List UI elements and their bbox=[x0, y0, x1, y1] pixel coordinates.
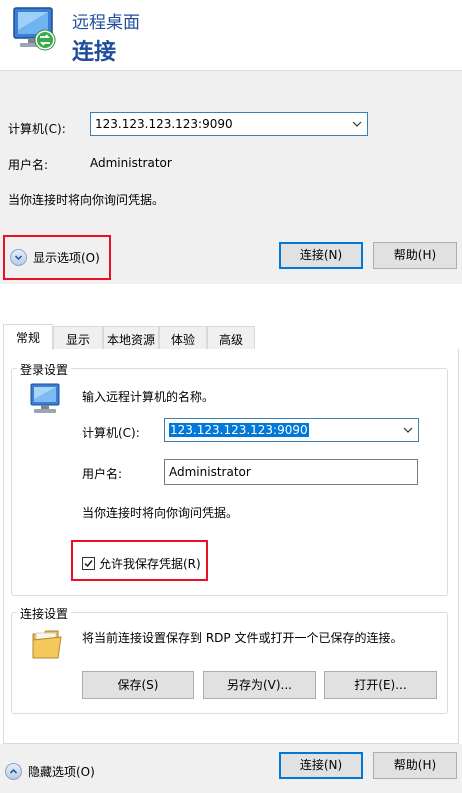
allow-save-label: 允许我保存凭据(R) bbox=[99, 557, 201, 571]
logon-username-value: Administrator bbox=[169, 465, 251, 479]
save-button-label: 保存(S) bbox=[117, 678, 159, 692]
footer-connect-label: 连接(N) bbox=[299, 758, 343, 772]
tab-general[interactable]: 常规 bbox=[3, 324, 53, 350]
tab-local-resources[interactable]: 本地资源 bbox=[103, 326, 159, 350]
connect-button-label: 连接(N) bbox=[299, 248, 343, 262]
tab-label: 体验 bbox=[170, 333, 195, 347]
logon-computer-label: 计算机(C): bbox=[82, 426, 140, 440]
computer-icon bbox=[28, 382, 64, 416]
allow-save-checkbox-row[interactable]: 允许我保存凭据(R) bbox=[82, 555, 201, 572]
connect-button[interactable]: 连接(N) bbox=[279, 242, 363, 269]
logon-computer-value: 123.123.123.123:9090 bbox=[169, 423, 309, 437]
folder-icon bbox=[30, 626, 64, 662]
header: 远程桌面 连接 bbox=[0, 0, 462, 70]
logon-settings-title: 登录设置 bbox=[17, 361, 72, 378]
hide-options-label: 隐藏选项(O) bbox=[28, 765, 95, 779]
tab-label: 常规 bbox=[15, 331, 40, 345]
remote-desktop-icon bbox=[10, 6, 60, 56]
allow-save-checkbox[interactable] bbox=[82, 557, 95, 570]
expand-chevron-icon bbox=[10, 249, 27, 266]
hide-options-toggle[interactable]: 隐藏选项(O) bbox=[5, 763, 95, 780]
logon-username-label: 用户名: bbox=[82, 467, 123, 481]
tab-advanced[interactable]: 高级 bbox=[207, 326, 255, 350]
logon-credentials-note: 当你连接时将向你询问凭据。 bbox=[82, 506, 239, 520]
computer-value: 123.123.123.123:9090 bbox=[95, 117, 233, 131]
open-button-label: 打开(E)... bbox=[354, 678, 407, 692]
save-button[interactable]: 保存(S) bbox=[82, 671, 194, 699]
username-label: 用户名: bbox=[8, 158, 49, 172]
show-options-toggle[interactable]: 显示选项(O) bbox=[10, 249, 100, 266]
tab-label: 本地资源 bbox=[106, 333, 155, 347]
open-button[interactable]: 打开(E)... bbox=[324, 671, 437, 699]
footer-help-label: 帮助(H) bbox=[393, 758, 437, 772]
footer-connect-button[interactable]: 连接(N) bbox=[279, 752, 363, 779]
tab-label: 高级 bbox=[218, 333, 243, 347]
logon-username-input[interactable]: Administrator bbox=[164, 459, 418, 485]
collapsed-pane: 计算机(C): 123.123.123.123:9090 用户名: Admini… bbox=[0, 70, 462, 284]
logon-computer-combobox[interactable]: 123.123.123.123:9090 bbox=[164, 418, 419, 442]
show-options-label: 显示选项(O) bbox=[33, 251, 100, 265]
collapse-chevron-icon bbox=[5, 763, 22, 780]
logon-prompt: 输入远程计算机的名称。 bbox=[82, 390, 215, 404]
window-subtitle: 远程桌面 bbox=[72, 13, 140, 33]
section-separator bbox=[0, 284, 462, 294]
tab-label: 显示 bbox=[65, 333, 90, 347]
chevron-down-icon bbox=[352, 121, 362, 127]
chevron-down-icon bbox=[403, 427, 413, 433]
save-as-button-label: 另存为(V)... bbox=[226, 678, 293, 692]
tab-display[interactable]: 显示 bbox=[53, 326, 103, 350]
save-as-button[interactable]: 另存为(V)... bbox=[203, 671, 316, 699]
connection-description: 将当前连接设置保存到 RDP 文件或打开一个已保存的连接。 bbox=[82, 631, 403, 645]
checkmark-icon bbox=[84, 560, 93, 568]
credentials-note: 当你连接时将向你询问凭据。 bbox=[8, 193, 165, 207]
help-button[interactable]: 帮助(H) bbox=[373, 242, 457, 269]
window-title: 连接 bbox=[72, 40, 117, 65]
computer-combobox[interactable]: 123.123.123.123:9090 bbox=[90, 112, 368, 136]
help-button-label: 帮助(H) bbox=[393, 248, 437, 262]
footer: 隐藏选项(O) 连接(N) 帮助(H) bbox=[0, 744, 462, 793]
username-value: Administrator bbox=[90, 156, 172, 170]
computer-label: 计算机(C): bbox=[8, 122, 66, 136]
connection-settings-title: 连接设置 bbox=[17, 605, 72, 622]
tab-experience[interactable]: 体验 bbox=[159, 326, 207, 350]
footer-help-button[interactable]: 帮助(H) bbox=[373, 752, 457, 779]
